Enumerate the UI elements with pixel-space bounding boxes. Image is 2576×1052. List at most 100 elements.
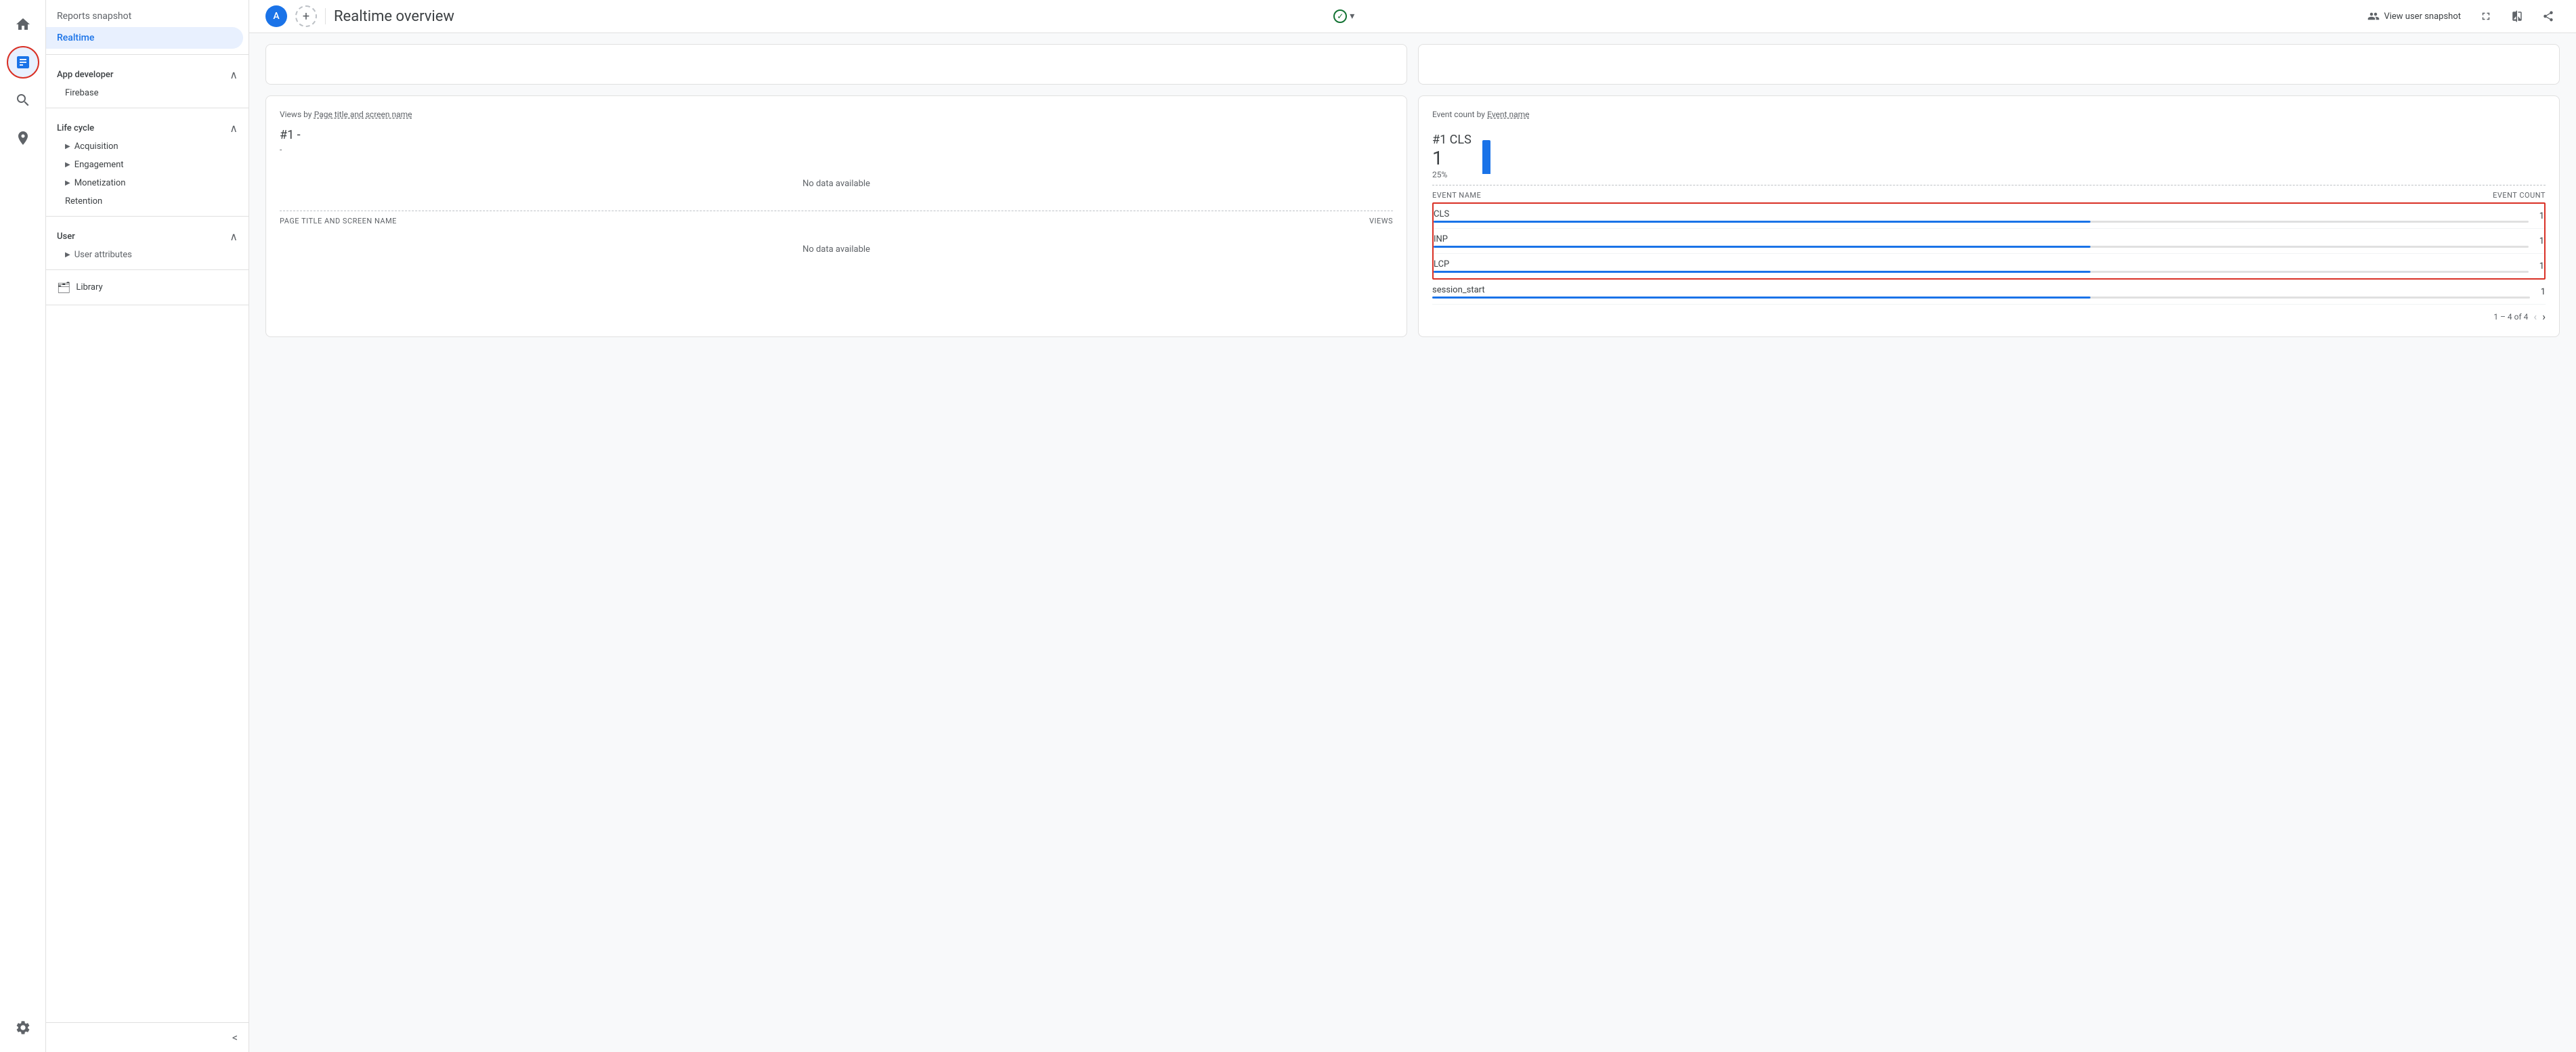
add-report-button[interactable]: + <box>295 5 317 27</box>
lcp-bar-container <box>1434 271 2529 273</box>
event-col-name: EVENT NAME <box>1432 191 1481 200</box>
monetization-label: Monetization <box>74 178 126 188</box>
engagement-arrow: ▶ <box>65 161 70 169</box>
explore-nav-item[interactable] <box>7 122 39 154</box>
fullscreen-button[interactable] <box>2474 6 2497 26</box>
lcp-row-count: 1 <box>2529 261 2544 271</box>
lifecycle-label: Life cycle <box>57 123 94 133</box>
cls-bar <box>1434 221 2090 223</box>
cls-row-name: CLS <box>1434 209 2529 223</box>
sidebar-item-engagement[interactable]: ▶ Engagement <box>46 156 249 174</box>
topbar: A + Realtime overview ✓ ▾ View user snap… <box>249 0 2576 33</box>
sidebar-collapse-button[interactable]: < <box>232 1031 238 1044</box>
views-sub: - <box>280 145 1393 154</box>
search-nav-item[interactable] <box>7 84 39 116</box>
user-attributes-arrow: ▶ <box>65 251 70 259</box>
inp-row-count: 1 <box>2529 236 2544 246</box>
event-card-title: Event count by Event name <box>1432 110 2546 120</box>
pagination-prev-button[interactable]: ‹ <box>2533 310 2537 323</box>
page-title: Realtime overview <box>334 8 1325 25</box>
library-folder-icon: 🗂 <box>57 281 70 294</box>
status-circle-icon: ✓ <box>1333 9 1347 23</box>
acquisition-label: Acquisition <box>74 141 119 152</box>
sidebar-item-retention[interactable]: Retention <box>46 192 249 211</box>
sidebar-footer: < <box>46 1022 249 1052</box>
engagement-label: Engagement <box>74 160 124 170</box>
share-icon <box>2542 10 2554 22</box>
top-cards-row <box>265 44 2560 85</box>
top-left-card <box>265 44 1407 85</box>
retention-label: Retention <box>65 196 102 206</box>
pagination-text: 1 – 4 of 4 <box>2493 312 2528 322</box>
views-no-data-table: No data available <box>280 228 1393 271</box>
home-nav-item[interactable] <box>7 8 39 41</box>
view-user-snapshot-label: View user snapshot <box>2384 12 2461 22</box>
compare-icon <box>2511 10 2523 22</box>
views-no-data-center: No data available <box>280 162 1393 205</box>
sidebar-item-realtime[interactable]: Realtime <box>46 27 243 49</box>
main-cards-row: Views by Page title and screen name #1 -… <box>265 95 2560 337</box>
sidebar-header: Reports snapshot <box>46 0 249 27</box>
lifecycle-collapse-icon[interactable]: ∧ <box>230 122 238 135</box>
session-start-count: 1 <box>2530 287 2546 297</box>
views-rank: #1 - <box>280 128 1393 142</box>
topbar-divider <box>325 8 326 24</box>
content-area: Views by Page title and screen name #1 -… <box>249 33 2576 1052</box>
sidebar-section-app-developer: App developer ∧ <box>46 60 249 84</box>
monetization-arrow: ▶ <box>65 179 70 187</box>
library-label: Library <box>76 282 102 292</box>
inp-row-name: INP <box>1434 234 2529 248</box>
view-user-snapshot-button[interactable]: View user snapshot <box>2362 6 2466 26</box>
event-bar <box>1482 140 1490 174</box>
event-percent: 25% <box>1432 170 1472 179</box>
sidebar-item-acquisition[interactable]: ▶ Acquisition <box>46 137 249 156</box>
views-table-header: PAGE TITLE AND SCREEN NAME VIEWS <box>280 211 1393 228</box>
user-collapse-icon[interactable]: ∧ <box>230 230 238 243</box>
views-page-title-link[interactable]: Page title and screen name <box>314 110 412 119</box>
table-row: INP 1 <box>1434 229 2544 254</box>
sidebar-section-user: User ∧ <box>46 222 249 246</box>
dropdown-arrow-icon[interactable]: ▾ <box>1350 11 1354 22</box>
views-col-name: PAGE TITLE AND SCREEN NAME <box>280 217 397 225</box>
status-badge: ✓ ▾ <box>1333 9 1354 23</box>
share-button[interactable] <box>2537 6 2560 26</box>
main-content: A + Realtime overview ✓ ▾ View user snap… <box>249 0 2576 1052</box>
settings-nav-item[interactable] <box>7 1011 39 1044</box>
views-col-count: VIEWS <box>1369 217 1393 225</box>
lcp-bar <box>1434 271 2090 273</box>
compare-button[interactable] <box>2506 6 2529 26</box>
user-snapshot-icon <box>2367 10 2380 22</box>
session-start-bar <box>1432 297 2090 299</box>
table-row: CLS 1 <box>1434 204 2544 229</box>
avatar[interactable]: A <box>265 5 287 27</box>
app-developer-collapse-icon[interactable]: ∧ <box>230 68 238 81</box>
reports-nav-item[interactable] <box>7 46 39 79</box>
sidebar-item-user-attributes[interactable]: ▶ User attributes <box>46 246 249 264</box>
sidebar-item-firebase[interactable]: Firebase <box>46 84 249 102</box>
fullscreen-icon <box>2480 10 2492 22</box>
sidebar-item-monetization[interactable]: ▶ Monetization <box>46 174 249 192</box>
firebase-label: Firebase <box>65 88 99 98</box>
sidebar: Reports snapshot Realtime App developer … <box>46 0 249 1052</box>
acquisition-arrow: ▶ <box>65 143 70 150</box>
event-highlighted-rows: CLS 1 INP <box>1432 202 2546 280</box>
pagination-next-button[interactable]: › <box>2542 310 2546 323</box>
event-count: 1 <box>1432 147 1472 170</box>
views-card: Views by Page title and screen name #1 -… <box>265 95 1407 337</box>
event-card: Event count by Event name #1 CLS 1 25% E… <box>1418 95 2560 337</box>
cls-bar-container <box>1434 221 2529 223</box>
sidebar-section-lifecycle: Life cycle ∧ <box>46 114 249 137</box>
user-label: User <box>57 232 75 242</box>
lcp-row-name: LCP <box>1434 259 2529 273</box>
table-row: LCP 1 <box>1434 254 2544 278</box>
library-item[interactable]: 🗂 Library <box>46 276 249 299</box>
views-card-title: Views by Page title and screen name <box>280 110 1393 120</box>
cls-row-count: 1 <box>2529 211 2544 221</box>
event-rank: #1 CLS <box>1432 133 1472 147</box>
event-name-link[interactable]: Event name <box>1487 110 1529 119</box>
top-right-card <box>1418 44 2560 85</box>
session-start-bar-container <box>1432 297 2530 299</box>
inp-bar-container <box>1434 246 2529 248</box>
app-developer-label: App developer <box>57 70 113 80</box>
session-start-row-name: session_start <box>1432 285 2530 299</box>
